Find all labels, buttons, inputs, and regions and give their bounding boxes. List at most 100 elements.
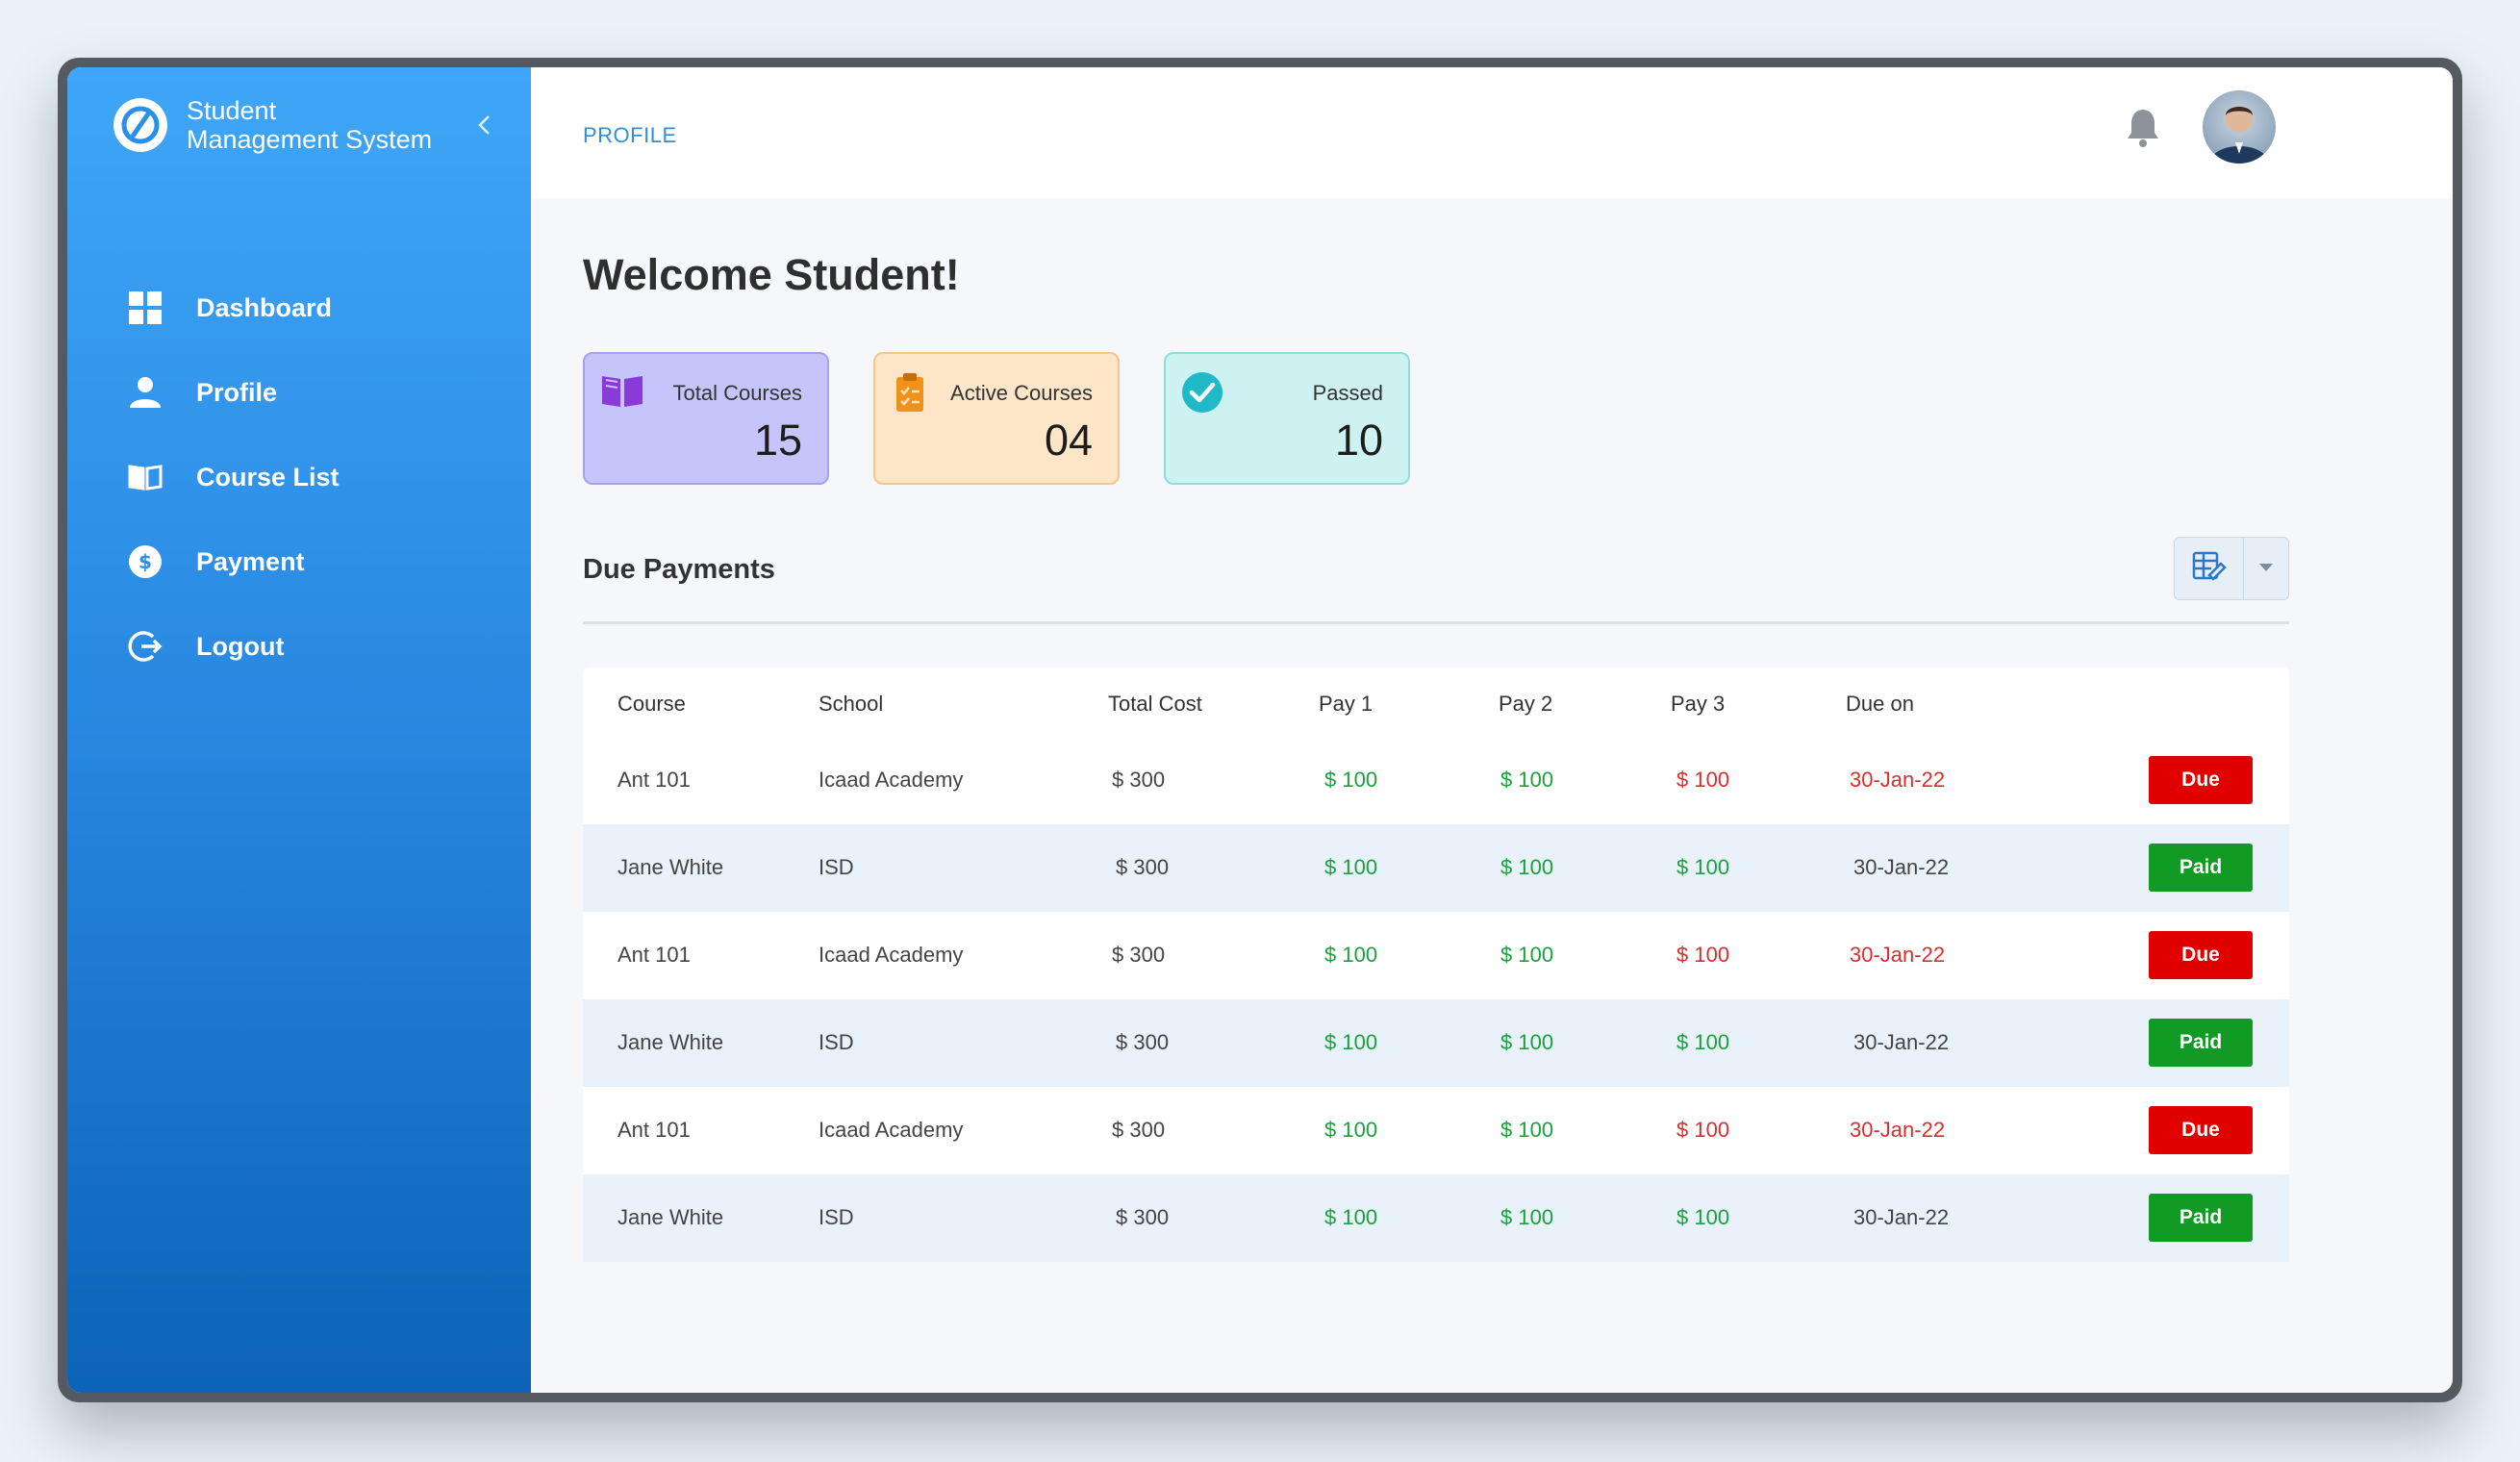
clipboard-icon xyxy=(891,371,935,416)
table-row[interactable]: Jane White ISD $ 300 $ 100 $ 100 $ 100 3… xyxy=(583,1174,2289,1262)
user-icon xyxy=(127,374,164,411)
column-header-school[interactable]: School xyxy=(819,692,883,717)
column-header-pay-3[interactable]: Pay 3 xyxy=(1671,692,1725,717)
sidebar-item-label: Dashboard xyxy=(196,292,333,322)
cell-pay-3: $ 100 xyxy=(1676,1030,1730,1054)
cell-due-on: 30-Jan-22 xyxy=(1853,1205,1950,1229)
cell-pay-1: $ 100 xyxy=(1324,768,1378,792)
logo-icon xyxy=(113,98,167,152)
cell-pay-2: $ 100 xyxy=(1500,855,1554,879)
cell-pay-2: $ 100 xyxy=(1500,1118,1554,1142)
section-title: Due Payments xyxy=(583,554,775,585)
cell-school: Icaad Academy xyxy=(819,943,964,967)
app-window: Student Management System Dashboard Prof… xyxy=(67,67,2453,1393)
status-badge[interactable]: Due xyxy=(2149,931,2253,979)
cell-course: Jane White xyxy=(617,1205,724,1229)
top-bar: PROFILE xyxy=(531,67,2453,198)
cell-pay-1: $ 100 xyxy=(1324,1205,1378,1229)
export-button[interactable] xyxy=(2175,538,2244,599)
notification-bell-icon[interactable] xyxy=(2126,108,2164,152)
sidebar-item-logout[interactable]: Logout xyxy=(127,625,340,668)
cell-pay-2: $ 100 xyxy=(1500,1030,1554,1054)
cell-course: Ant 101 xyxy=(617,1118,691,1142)
column-header-course[interactable]: Course xyxy=(617,692,686,717)
stat-card-active-courses[interactable]: Active Courses 04 xyxy=(873,352,1120,485)
stat-value: 04 xyxy=(1044,416,1093,465)
sidebar-nav: Dashboard Profile Course List $ Payment … xyxy=(127,287,340,710)
cell-total-cost: $ 300 xyxy=(1116,1030,1170,1054)
dashboard-grid-icon xyxy=(127,290,164,326)
status-badge[interactable]: Due xyxy=(2149,756,2253,804)
cell-course: Ant 101 xyxy=(617,768,691,792)
cell-school: Icaad Academy xyxy=(819,768,964,792)
sidebar-item-label: Payment xyxy=(196,546,305,576)
cell-course: Ant 101 xyxy=(617,943,691,967)
sidebar: Student Management System Dashboard Prof… xyxy=(67,67,531,1393)
column-header-pay-1[interactable]: Pay 1 xyxy=(1319,692,1373,717)
cell-pay-2: $ 100 xyxy=(1500,943,1554,967)
export-button-group xyxy=(2174,537,2289,600)
cell-school: Icaad Academy xyxy=(819,1118,964,1142)
table-row[interactable]: Ant 101 Icaad Academy $ 300 $ 100 $ 100 … xyxy=(583,737,2289,824)
dollar-coin-icon: $ xyxy=(127,543,164,580)
cell-pay-3: $ 100 xyxy=(1676,1118,1730,1142)
column-header-total-cost[interactable]: Total Cost xyxy=(1108,692,1202,717)
cell-pay-3: $ 100 xyxy=(1676,768,1730,792)
sidebar-item-course-list[interactable]: Course List xyxy=(127,456,340,498)
breadcrumb[interactable]: PROFILE xyxy=(583,123,677,148)
cell-pay-2: $ 100 xyxy=(1500,1205,1554,1229)
main-content: PROFILE Welcome Student! Total Courses 1… xyxy=(531,67,2453,1393)
section-divider xyxy=(583,621,2289,624)
table-row[interactable]: Ant 101 Icaad Academy $ 300 $ 100 $ 100 … xyxy=(583,912,2289,999)
cell-pay-1: $ 100 xyxy=(1324,1118,1378,1142)
page-title: Welcome Student! xyxy=(583,250,960,299)
sidebar-item-label: Course List xyxy=(196,462,340,492)
collapse-sidebar-icon[interactable] xyxy=(473,113,496,137)
cell-due-on: 30-Jan-22 xyxy=(1853,855,1950,879)
table-row[interactable]: Jane White ISD $ 300 $ 100 $ 100 $ 100 3… xyxy=(583,999,2289,1087)
stat-label: Passed xyxy=(1312,381,1383,405)
cell-pay-1: $ 100 xyxy=(1324,943,1378,967)
cell-school: ISD xyxy=(819,1030,854,1054)
table-header: Course School Total Cost Pay 1 Pay 2 Pay… xyxy=(583,668,2289,737)
cell-due-on: 30-Jan-22 xyxy=(1850,1118,1946,1142)
brand[interactable]: Student Management System xyxy=(113,96,432,154)
cell-school: ISD xyxy=(819,855,854,879)
sidebar-item-profile[interactable]: Profile xyxy=(127,371,340,414)
logout-icon xyxy=(127,628,164,665)
cell-pay-3: $ 100 xyxy=(1676,855,1730,879)
stat-label: Active Courses xyxy=(950,381,1093,405)
status-badge[interactable]: Paid xyxy=(2149,1019,2253,1067)
due-payments-table: Course School Total Cost Pay 1 Pay 2 Pay… xyxy=(583,668,2289,1262)
stat-card-passed[interactable]: Passed 10 xyxy=(1164,352,1410,485)
cell-course: Jane White xyxy=(617,1030,724,1054)
sidebar-item-label: Logout xyxy=(196,631,285,661)
cell-due-on: 30-Jan-22 xyxy=(1850,768,1946,792)
avatar[interactable] xyxy=(2203,90,2276,164)
stat-label: Total Courses xyxy=(672,381,802,405)
stat-card-total-courses[interactable]: Total Courses 15 xyxy=(583,352,829,485)
table-row[interactable]: Jane White ISD $ 300 $ 100 $ 100 $ 100 3… xyxy=(583,824,2289,912)
status-badge[interactable]: Paid xyxy=(2149,844,2253,892)
cell-total-cost: $ 300 xyxy=(1112,943,1166,967)
brand-line-1: Student xyxy=(187,96,277,125)
cell-pay-1: $ 100 xyxy=(1324,855,1378,879)
sidebar-item-dashboard[interactable]: Dashboard xyxy=(127,287,340,329)
book-open-icon xyxy=(127,459,164,495)
sidebar-item-payment[interactable]: $ Payment xyxy=(127,541,340,583)
column-header-due-on[interactable]: Due on xyxy=(1846,692,1914,717)
cell-total-cost: $ 300 xyxy=(1116,855,1170,879)
device-frame: Student Management System Dashboard Prof… xyxy=(58,58,2462,1402)
status-badge[interactable]: Paid xyxy=(2149,1194,2253,1242)
stat-value: 15 xyxy=(753,416,802,465)
column-header-pay-2[interactable]: Pay 2 xyxy=(1499,692,1552,717)
cell-pay-1: $ 100 xyxy=(1324,1030,1378,1054)
table-row[interactable]: Ant 101 Icaad Academy $ 300 $ 100 $ 100 … xyxy=(583,1087,2289,1174)
check-circle-icon xyxy=(1181,371,1225,416)
cell-total-cost: $ 300 xyxy=(1112,1118,1166,1142)
status-badge[interactable]: Due xyxy=(2149,1106,2253,1154)
export-dropdown[interactable] xyxy=(2244,538,2288,599)
export-table-icon xyxy=(2192,550,2227,588)
cell-school: ISD xyxy=(819,1205,854,1229)
cell-pay-2: $ 100 xyxy=(1500,768,1554,792)
